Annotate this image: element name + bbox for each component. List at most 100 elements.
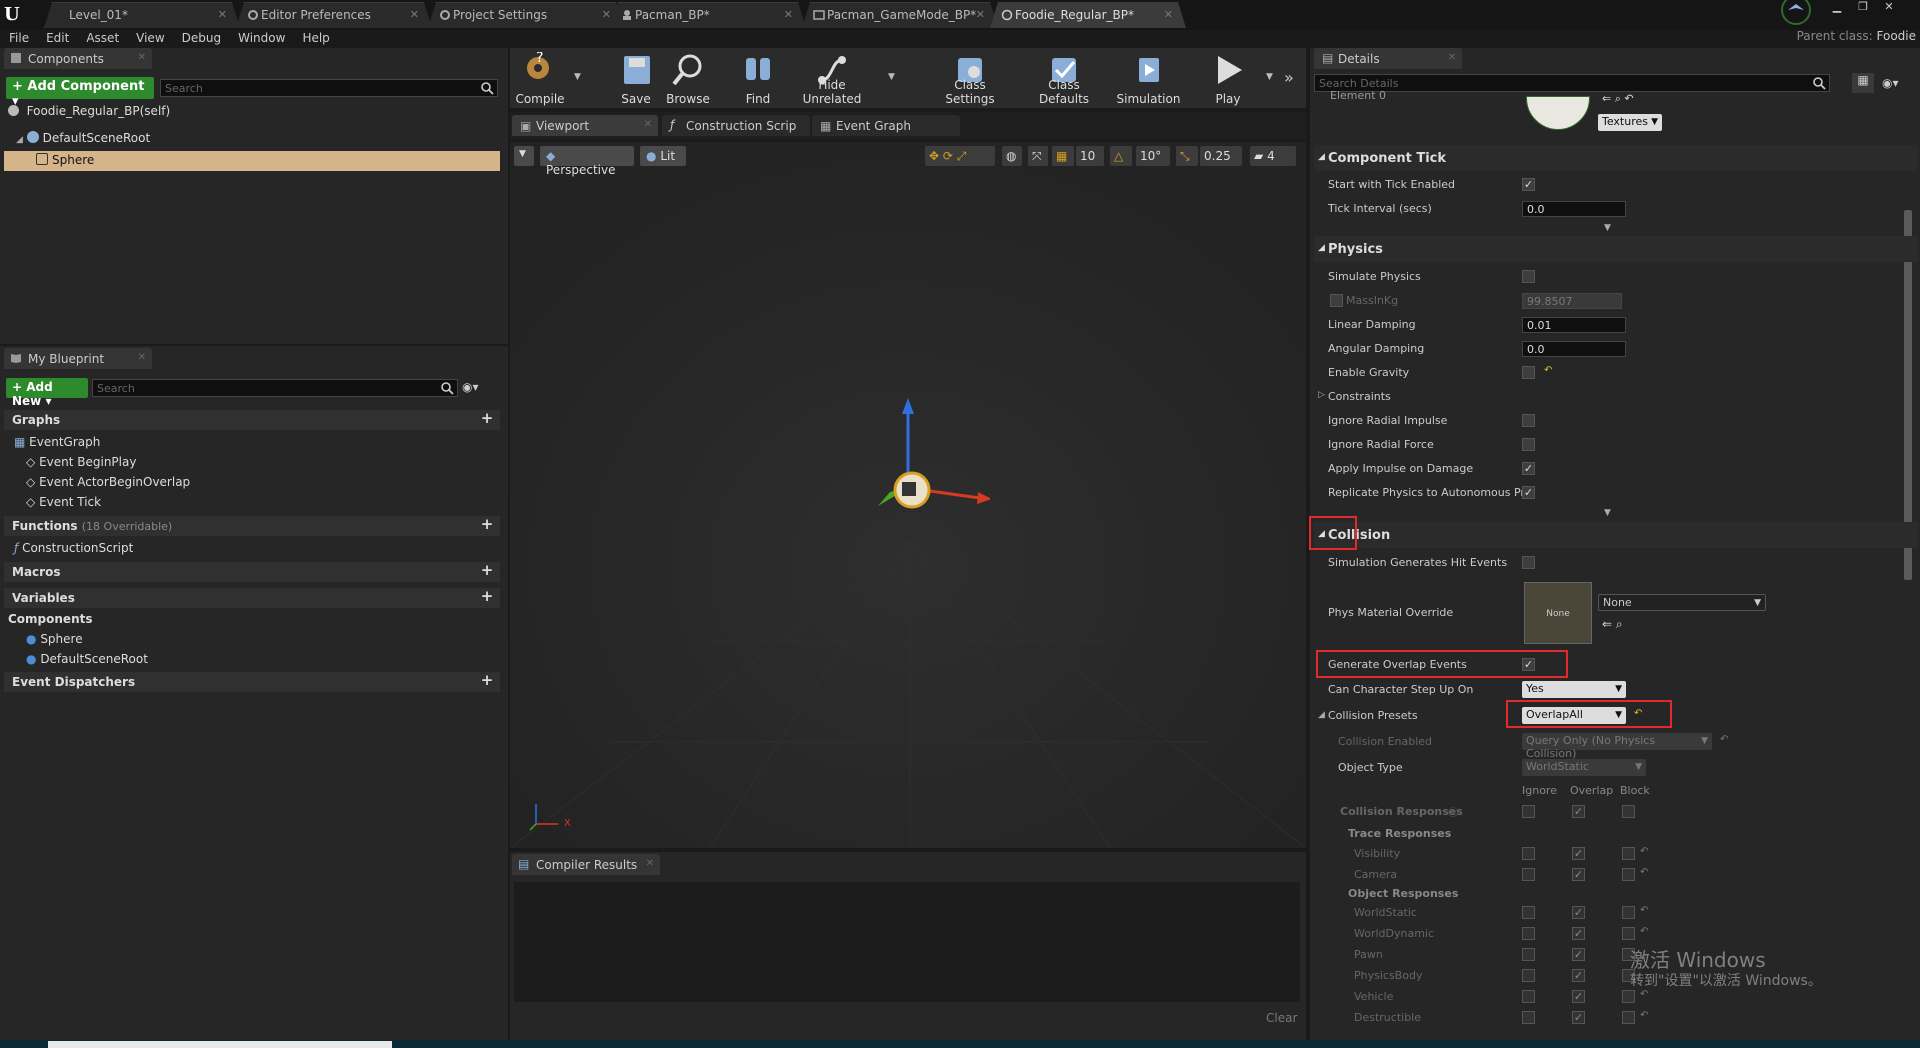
details-search-input[interactable]: Search Details [1314,74,1830,92]
hide-unrelated-button[interactable]: Hide Unrelated [790,48,874,108]
rotation-snap-value[interactable]: 10° [1136,146,1170,166]
tick-interval-field[interactable]: 0.0 [1522,201,1626,217]
close-icon[interactable]: ✕ [644,119,652,130]
save-button[interactable]: Save [610,48,662,108]
functions-section[interactable]: Functions (18 Overridable) + [4,516,500,536]
transform-gizmo[interactable] [850,392,990,532]
close-icon[interactable]: ✕ [646,858,654,869]
tab-project-settings[interactable]: Project Settings ✕ [428,2,624,28]
construction-script-item[interactable]: ƒ ConstructionScript [14,541,133,555]
compiler-results-tab[interactable]: ▤ Compiler Results ✕ [512,854,660,875]
grid-snap-icon[interactable]: ▦ [1052,146,1074,166]
lit-button[interactable]: ● Lit [640,146,686,166]
selected-component-row[interactable]: Sphere [4,151,500,171]
close-icon[interactable]: ✕ [410,8,419,21]
simulate-physics-checkbox[interactable] [1522,270,1535,283]
play-button[interactable]: Play [1200,48,1256,108]
details-tab[interactable]: ▤ Details ✕ [1314,48,1462,69]
event-beginplay-item[interactable]: ◇ Event BeginPlay [26,455,136,469]
components-var-header[interactable]: Components [8,612,93,626]
add-dispatcher-icon[interactable]: + [480,673,494,688]
add-component-button[interactable]: + Add Component ▾ [6,77,154,109]
clear-button[interactable]: Clear [1266,1011,1297,1025]
tab-pacman-gamemode-bp[interactable]: Pacman_GameMode_BP* ✕ [802,2,998,28]
browse-button[interactable]: Browse [664,48,712,108]
apply-impulse-checkbox[interactable]: ✓ [1522,462,1535,475]
sphere-variable-item[interactable]: ● Sphere [26,632,83,646]
maximize-icon[interactable]: ❐ [1852,0,1874,14]
menu-asset[interactable]: Asset [77,28,127,45]
viewport[interactable]: X [510,142,1306,848]
menu-window[interactable]: Window [229,28,293,45]
menu-help[interactable]: Help [293,28,337,45]
mass-override-checkbox[interactable] [1330,294,1343,307]
tab-level[interactable]: Level_01* ✕ [44,2,240,28]
close-icon[interactable]: ✕ [784,8,793,21]
add-graph-icon[interactable]: + [480,411,494,426]
close-icon[interactable]: ✕ [138,352,146,363]
menu-view[interactable]: View [127,28,172,45]
event-actor-begin-overlap-item[interactable]: ◇ Event ActorBeginOverlap [26,475,190,489]
compile-button[interactable]: ? Compile [512,48,568,108]
class-defaults-button[interactable]: Class Defaults [1022,48,1106,108]
event-graph-tab[interactable]: ▦ Event Graph [812,115,960,136]
close-icon[interactable]: ✕ [218,8,227,21]
phys-material-dropdown[interactable]: None ▼ [1598,594,1766,611]
perspective-button[interactable]: ◆ Perspective [540,146,634,177]
compile-options-arrow-icon[interactable]: ▼ [574,72,581,82]
event-graph-item[interactable]: ▦ EventGraph [14,435,100,449]
physics-section[interactable]: ◢ Physics [1314,236,1918,262]
visibility-eye-icon[interactable]: ◉▾ [462,380,479,394]
start-with-tick-checkbox[interactable]: ✓ [1522,178,1535,191]
component-tick-section[interactable]: ◢ Component Tick [1314,145,1918,171]
simulation-button[interactable]: Simulation [1111,48,1187,108]
rotation-snap-icon[interactable]: △ [1110,146,1132,166]
advanced-expand-icon[interactable]: ▼ [1604,508,1611,518]
self-component-item[interactable]: Foodie_Regular_BP(self) [8,104,170,118]
menu-file[interactable]: File [0,28,37,45]
scale-snap-value[interactable]: 0.25 [1200,146,1242,166]
add-function-icon[interactable]: + [480,517,494,532]
construction-script-tab[interactable]: ƒ Construction Scrip [662,115,810,136]
minimize-icon[interactable]: ▁ [1826,0,1848,14]
tab-editor-preferences[interactable]: Editor Preferences ✕ [236,2,432,28]
close-icon[interactable]: ✕ [1164,8,1173,21]
menu-edit[interactable]: Edit [37,28,77,45]
add-macro-icon[interactable]: + [480,563,494,578]
add-new-button[interactable]: + Add New ▾ [6,378,88,408]
replicate-physics-checkbox[interactable]: ✓ [1522,486,1535,499]
graphs-section[interactable]: Graphs + [4,410,500,430]
default-scene-root-variable-item[interactable]: ● DefaultSceneRoot [26,652,148,666]
camera-speed-button[interactable]: ▰ 4 [1250,146,1296,166]
parent-class-value[interactable]: Foodie [1877,29,1917,43]
help-icon[interactable]: ⓘ [1448,804,1458,819]
advanced-expand-icon[interactable]: ▼ [1604,223,1611,233]
expand-arrow-icon[interactable]: ◢ [16,135,23,145]
event-dispatchers-section[interactable]: Event Dispatchers + [4,672,500,692]
use-browse-icons[interactable]: ⇐ ⌕ [1602,617,1623,632]
constraints-row[interactable]: ▷ Constraints [1314,386,1918,408]
add-variable-icon[interactable]: + [480,589,494,604]
tab-foodie-regular-bp[interactable]: Foodie_Regular_BP* ✕ [990,2,1186,28]
angular-damping-field[interactable]: 0.0 [1522,341,1626,357]
can-step-up-dropdown[interactable]: Yes ▼ [1522,681,1626,698]
expand-arrow-icon[interactable]: ▷ [1318,390,1325,400]
textures-dropdown[interactable]: Textures ▼ [1598,114,1662,131]
toolbar-overflow-icon[interactable]: » [1284,68,1294,87]
source-control-icon[interactable] [1776,0,1816,30]
phys-material-thumbnail[interactable]: None [1524,582,1592,644]
enable-gravity-checkbox[interactable] [1522,366,1535,379]
close-window-icon[interactable]: ✕ [1878,0,1900,14]
scale-snap-icon[interactable]: ⤡ [1176,146,1198,166]
variables-section[interactable]: Variables + [4,588,500,608]
taskbar-search-box[interactable] [48,1041,392,1048]
viewport-options-icon[interactable]: ▼ [514,146,534,166]
transform-mode-buttons[interactable]: ✥ ⟳ ⤢ [925,146,995,166]
material-use-browse-icons[interactable]: ⇐ ⌕ ↶ [1602,92,1634,106]
find-button[interactable]: Find [734,48,782,108]
collision-section[interactable]: ◢ Collision [1314,522,1918,548]
collapse-arrow-icon[interactable]: ◢ [1318,710,1325,720]
world-local-icon[interactable]: ◍ [1002,146,1022,166]
close-icon[interactable]: ✕ [1448,52,1456,63]
play-options-arrow-icon[interactable]: ▼ [1266,72,1273,82]
